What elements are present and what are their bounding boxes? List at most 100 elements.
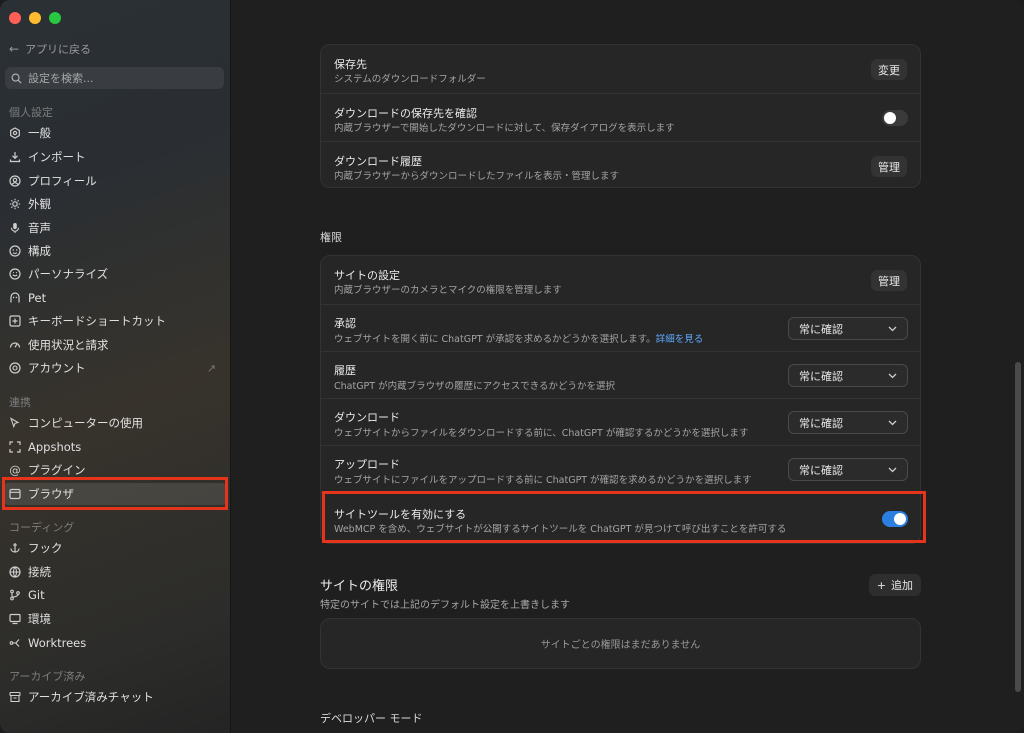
back-to-app-link[interactable]: ← アプリに戻る bbox=[9, 41, 91, 57]
sun-icon bbox=[9, 198, 21, 210]
download-confirm-toggle[interactable] bbox=[882, 110, 908, 126]
chevron-down-icon bbox=[888, 369, 897, 382]
approval-subtitle: ウェブサイトを開く前に ChatGPT が承認を求めるかどうかを選択します。詳細… bbox=[334, 334, 704, 345]
sidebar-highlight-annotation bbox=[2, 477, 228, 510]
sidebar-item-git[interactable]: Git bbox=[9, 584, 224, 606]
sidebar-item-archived-chats[interactable]: アーカイブ済みチャット bbox=[9, 686, 224, 708]
globe-grid-icon bbox=[9, 566, 21, 578]
download-location-row: 保存先 システムのダウンロードフォルダー 変更 bbox=[321, 45, 920, 93]
sidebar-item-usage[interactable]: 使用状況と請求 bbox=[9, 334, 224, 356]
sidebar-item-personalize[interactable]: パーソナライズ bbox=[9, 263, 224, 285]
window-controls bbox=[9, 12, 61, 24]
sidebar-item-shortcuts[interactable]: キーボードショートカット bbox=[9, 310, 224, 332]
upload-permission-row: アップロード ウェブサイトにファイルをアップロードする前に ChatGPT が確… bbox=[321, 445, 920, 492]
section-integrations: 連携 bbox=[9, 396, 31, 409]
sidebar-item-account[interactable]: アカウント ↗ bbox=[9, 357, 224, 379]
cursor-icon bbox=[9, 417, 21, 429]
sidebar-item-connections[interactable]: 接続 bbox=[9, 561, 224, 583]
download-permission-subtitle: ウェブサイトからファイルをダウンロードする前に、ChatGPT が確認するかどう… bbox=[334, 428, 749, 439]
history-select[interactable]: 常に確認 bbox=[788, 364, 908, 387]
globe-icon bbox=[9, 362, 21, 374]
microphone-icon bbox=[9, 222, 21, 234]
approval-title: 承認 bbox=[334, 317, 356, 330]
gear-icon bbox=[9, 127, 21, 139]
face-icon bbox=[9, 245, 21, 257]
learn-more-link[interactable]: 詳細を見る bbox=[656, 334, 704, 345]
download-icon bbox=[9, 151, 21, 163]
search-icon bbox=[11, 73, 22, 84]
site-settings-subtitle: 内蔵ブラウザーのカメラとマイクの権限を管理します bbox=[334, 285, 562, 296]
chevron-down-icon bbox=[888, 463, 897, 476]
download-history-subtitle: 内蔵ブラウザーからダウンロードしたファイルを表示・管理します bbox=[334, 171, 620, 182]
manage-download-history-button[interactable]: 管理 bbox=[871, 156, 907, 177]
upload-permission-title: アップロード bbox=[334, 458, 400, 471]
plus-icon: + bbox=[876, 578, 886, 592]
upload-permission-subtitle: ウェブサイトにファイルをアップロードする前に ChatGPT が確認を求めるかど… bbox=[334, 475, 752, 486]
section-coding: コーディング bbox=[9, 521, 75, 534]
change-location-button[interactable]: 変更 bbox=[871, 59, 907, 80]
download-location-subtitle: システムのダウンロードフォルダー bbox=[334, 74, 486, 85]
download-settings-card: 保存先 システムのダウンロードフォルダー 変更 ダウンロードの保存先を確認 内蔵… bbox=[320, 44, 921, 188]
keyboard-icon bbox=[9, 315, 21, 327]
section-archived: アーカイブ済み bbox=[9, 670, 86, 683]
section-personal: 個人設定 bbox=[9, 106, 53, 119]
settings-search-input[interactable]: 設定を検索... bbox=[5, 67, 224, 89]
sidebar-item-composition[interactable]: 構成 bbox=[9, 240, 224, 262]
download-confirm-subtitle: 内蔵ブラウザーで開始したダウンロードに対して、保存ダイアログを表示します bbox=[334, 123, 675, 134]
upload-select[interactable]: 常に確認 bbox=[788, 458, 908, 481]
sidebar-item-environment[interactable]: 環境 bbox=[9, 608, 224, 630]
sidebar-item-appshots[interactable]: Appshots bbox=[9, 436, 224, 458]
smile-icon bbox=[9, 268, 21, 280]
sidebar-item-appearance[interactable]: 外観 bbox=[9, 193, 224, 215]
approval-select[interactable]: 常に確認 bbox=[788, 317, 908, 340]
chevron-down-icon bbox=[888, 322, 897, 335]
gauge-icon bbox=[9, 339, 21, 351]
download-confirm-row: ダウンロードの保存先を確認 内蔵ブラウザーで開始したダウンロードに対して、保存ダ… bbox=[321, 93, 920, 141]
at-sign-icon: @ bbox=[9, 463, 21, 477]
site-settings-row: サイトの設定 内蔵ブラウザーのカメラとマイクの権限を管理します 管理 bbox=[321, 256, 920, 304]
minimize-window-button[interactable] bbox=[29, 12, 41, 24]
sidebar-item-profile[interactable]: プロフィール bbox=[9, 170, 224, 192]
site-permissions-subtitle: 特定のサイトでは上記のデフォルト設定を上書きします bbox=[320, 600, 570, 611]
download-select[interactable]: 常に確認 bbox=[788, 411, 908, 434]
sidebar-item-hooks[interactable]: フック bbox=[9, 537, 224, 559]
approval-row: 承認 ウェブサイトを開く前に ChatGPT が承認を求めるかどうかを選択します… bbox=[321, 304, 920, 351]
download-permission-title: ダウンロード bbox=[334, 411, 400, 424]
site-settings-title: サイトの設定 bbox=[334, 269, 400, 282]
manage-site-settings-button[interactable]: 管理 bbox=[871, 270, 907, 291]
download-location-title: 保存先 bbox=[334, 58, 367, 71]
permissions-heading: 権限 bbox=[320, 231, 342, 244]
sidebar: ← アプリに戻る 設定を検索... 個人設定 一般 インポート プロフィール 外… bbox=[0, 0, 231, 733]
download-confirm-title: ダウンロードの保存先を確認 bbox=[334, 107, 477, 120]
settings-content: 保存先 システムのダウンロードフォルダー 変更 ダウンロードの保存先を確認 内蔵… bbox=[232, 0, 1024, 733]
monitor-icon bbox=[9, 613, 21, 625]
site-tools-highlight-annotation bbox=[322, 491, 926, 543]
arrow-left-icon: ← bbox=[9, 42, 20, 56]
screenshot-frame-icon bbox=[9, 441, 21, 453]
close-window-button[interactable] bbox=[9, 12, 21, 24]
chevron-down-icon bbox=[888, 416, 897, 429]
main-scrollbar[interactable] bbox=[1015, 362, 1021, 692]
history-permission-title: 履歴 bbox=[334, 364, 356, 377]
sidebar-item-voice[interactable]: 音声 bbox=[9, 217, 224, 239]
sidebar-item-worktrees[interactable]: Worktrees bbox=[9, 632, 224, 654]
add-site-permission-button[interactable]: + 追加 bbox=[868, 574, 921, 596]
download-history-title: ダウンロード履歴 bbox=[334, 155, 422, 168]
download-permission-row: ダウンロード ウェブサイトからファイルをダウンロードする前に、ChatGPT が… bbox=[321, 398, 920, 445]
sidebar-item-general[interactable]: 一般 bbox=[9, 122, 224, 144]
zoom-window-button[interactable] bbox=[49, 12, 61, 24]
settings-window: ← アプリに戻る 設定を検索... 個人設定 一般 インポート プロフィール 外… bbox=[0, 0, 1024, 733]
sidebar-item-import[interactable]: インポート bbox=[9, 146, 224, 168]
download-history-row: ダウンロード履歴 内蔵ブラウザーからダウンロードしたファイルを表示・管理します … bbox=[321, 141, 920, 189]
toggle-knob bbox=[884, 112, 896, 124]
sidebar-item-pet[interactable]: Pet bbox=[9, 287, 224, 309]
history-permission-subtitle: ChatGPT が内蔵ブラウザの履歴にアクセスできるかどうかを選択 bbox=[334, 381, 615, 392]
anchor-icon bbox=[9, 542, 21, 554]
sidebar-item-computer-use[interactable]: コンピューターの使用 bbox=[9, 412, 224, 434]
pet-icon bbox=[9, 292, 21, 304]
site-permissions-heading: サイトの権限 bbox=[320, 579, 399, 594]
external-link-icon: ↗ bbox=[206, 361, 216, 375]
worktree-icon bbox=[9, 637, 21, 649]
site-permissions-empty-state: サイトごとの権限はまだありません bbox=[320, 618, 921, 669]
history-permission-row: 履歴 ChatGPT が内蔵ブラウザの履歴にアクセスできるかどうかを選択 常に確… bbox=[321, 351, 920, 398]
